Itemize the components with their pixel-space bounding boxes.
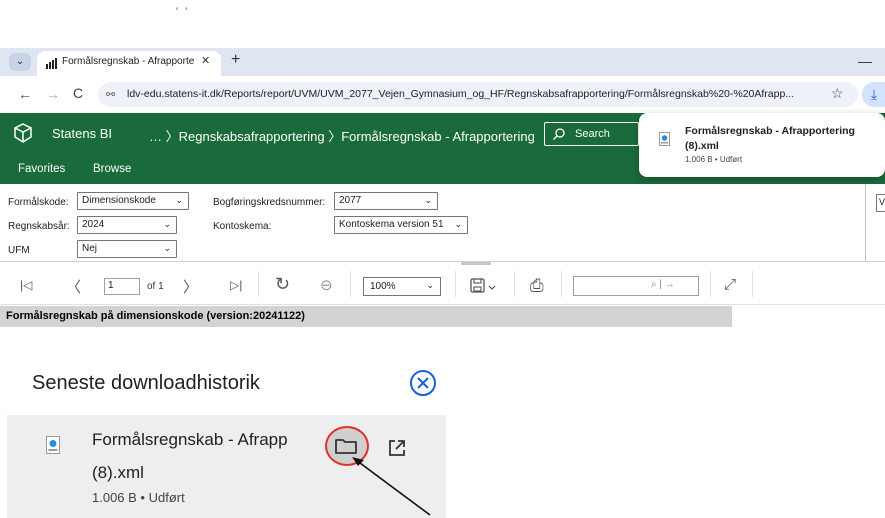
xml-file-icon (659, 132, 670, 146)
cube-logo-icon (14, 123, 32, 143)
site-info-icon[interactable]: ⚯ (106, 88, 115, 101)
print-icon[interactable]: ⎙ (530, 276, 544, 296)
tab-close-icon[interactable]: ✕ (201, 54, 210, 67)
fullscreen-icon[interactable]: ⤢ (724, 276, 736, 293)
reload-icon[interactable]: C (73, 85, 83, 101)
find-next-icon[interactable]: ⌕ | → (651, 279, 675, 290)
params-divider (865, 184, 866, 262)
url-text[interactable]: ldv-edu.statens-it.dk/Reports/report/UVM… (127, 88, 827, 100)
regnskabsar-value: 2024 (82, 219, 105, 230)
new-tab-icon[interactable]: + (231, 51, 240, 69)
ufm-select[interactable]: Nej ⌄ (77, 240, 177, 258)
kontoskema-label: Kontoskema: (213, 221, 272, 232)
back-to-parent-icon[interactable]: ⊖ (320, 276, 333, 294)
chevron-down-icon: ⌄ (175, 195, 183, 205)
close-circle-icon[interactable] (408, 368, 438, 398)
tab-search-button[interactable]: ⌄ (9, 53, 31, 71)
toolbar-separator (752, 271, 753, 297)
page-count: of 1 (147, 281, 164, 292)
kontoskema-select[interactable]: Kontoskema version 51 ⌄ (334, 216, 468, 234)
menu-browse[interactable]: Browse (93, 163, 131, 175)
page-number-input[interactable]: 1 (104, 278, 140, 295)
zoom-select[interactable]: 100% ⌄ (363, 277, 441, 296)
menu-favorites[interactable]: Favorites (18, 163, 65, 175)
formalskode-select[interactable]: Dimensionskode ⌄ (77, 192, 189, 210)
chevron-down-icon: ⌄ (163, 243, 171, 253)
kontoskema-value: Kontoskema version 51 (339, 219, 444, 230)
formalskode-value: Dimensionskode (82, 195, 156, 206)
breadcrumb[interactable]: … 〉Regnskabsafrapportering 〉Formålsregns… (149, 126, 535, 145)
first-page-icon[interactable]: |◁ (20, 278, 32, 292)
ufm-label: UFM (8, 245, 30, 256)
formalskode-label: Formålskode: (8, 197, 69, 208)
next-page-icon[interactable]: 〉 (183, 276, 198, 297)
save-export-icon[interactable] (470, 278, 498, 294)
annotation-arrow (352, 457, 431, 516)
bookmark-star-icon[interactable]: ☆ (831, 85, 844, 102)
search-label: Search (575, 128, 610, 140)
downloads-icon[interactable]: ⤓ (862, 82, 885, 107)
find-input[interactable] (573, 276, 699, 296)
regnskabsar-select[interactable]: 2024 ⌄ (77, 216, 177, 234)
toolbar-separator (455, 271, 456, 297)
previous-page-icon[interactable]: 〈 (66, 276, 81, 297)
brand-name[interactable]: Statens BI (52, 126, 112, 141)
download-popup-meta: 1.006 B • Udført (685, 155, 743, 164)
ufm-value: Nej (82, 243, 98, 254)
bogforing-select[interactable]: 2077 ⌄ (334, 192, 438, 210)
last-page-icon[interactable]: ▷| (230, 278, 242, 292)
download-popup-filename[interactable]: Formålsregnskab - Afrapportering (8).xml (685, 124, 875, 154)
bogforing-label: Bogføringskredsnummer: (213, 197, 326, 208)
zoom-value: 100% (370, 281, 396, 292)
toolbar-separator (514, 271, 515, 297)
chevron-down-icon: ⌄ (426, 280, 434, 290)
refresh-icon[interactable]: ↻ (275, 274, 290, 295)
forward-icon[interactable]: → (46, 86, 60, 102)
toolbar-separator (258, 271, 259, 297)
search-icon (553, 128, 565, 140)
window-minimize-icon[interactable]: — (858, 53, 872, 69)
chevron-down-icon: ⌄ (454, 219, 462, 229)
toolbar-separator (350, 271, 351, 297)
view-report-button[interactable]: V (876, 194, 885, 212)
top-marks: ' ' (176, 6, 190, 18)
download-history-title: Seneste downloadhistorik (32, 372, 260, 394)
bogforing-value: 2077 (339, 195, 362, 206)
report-title: Formålsregnskab på dimensionskode (versi… (6, 310, 305, 322)
toolbar-separator (710, 271, 711, 297)
back-icon[interactable]: ← (18, 86, 32, 102)
chevron-down-icon: ⌄ (424, 195, 432, 205)
regnskabsar-label: Regnskabsår: (8, 221, 70, 232)
tab-title: Formålsregnskab - Afrapportering (62, 56, 194, 67)
download-item-meta: 1.006 B • Udført (92, 490, 185, 505)
chevron-down-icon: ⌄ (163, 219, 171, 229)
download-item-filename-suffix[interactable]: (8).xml (92, 463, 144, 483)
xml-file-icon (46, 436, 60, 454)
download-item-filename[interactable]: Formålsregnskab - Afrapp (92, 430, 314, 450)
toolbar-separator (561, 271, 562, 297)
powerbi-logo-icon (46, 58, 57, 69)
